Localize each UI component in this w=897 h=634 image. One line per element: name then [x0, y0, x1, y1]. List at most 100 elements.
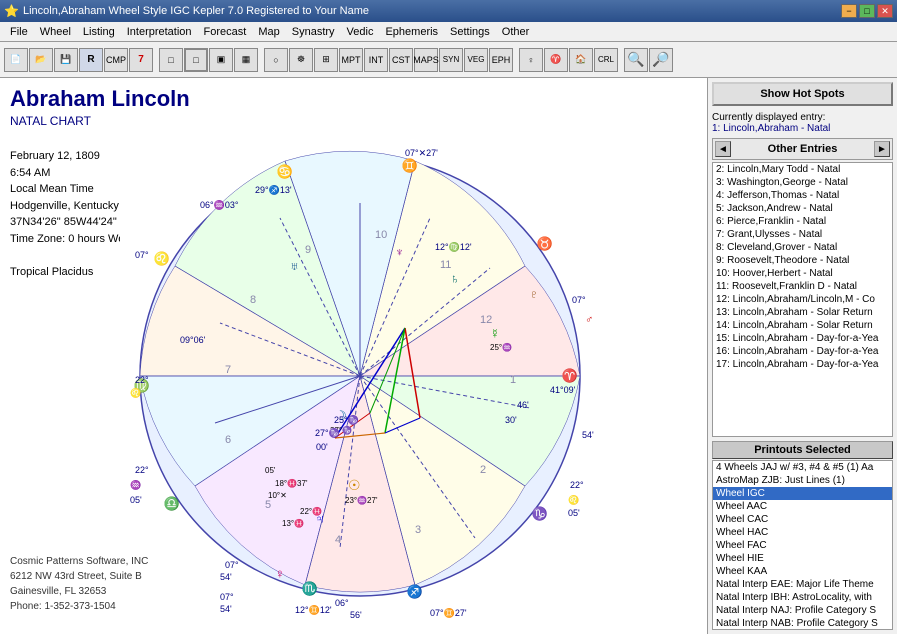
printout-item[interactable]: Natal Interp IBH: AstroLocality, with [713, 591, 892, 604]
menu-file[interactable]: File [4, 24, 34, 40]
tb-veg[interactable]: VEG [464, 48, 488, 72]
printout-item[interactable]: Natal Interp EAE: Major Life Theme [713, 578, 892, 591]
menu-other[interactable]: Other [496, 24, 536, 40]
tb-house[interactable]: 🏠 [569, 48, 593, 72]
tb-square3[interactable]: ▣ [209, 48, 233, 72]
svg-text:♋: ♋ [277, 164, 293, 179]
svg-text:30': 30' [505, 415, 517, 425]
tb-print[interactable]: R [79, 48, 103, 72]
printout-item[interactable]: Wheel HAC [713, 526, 892, 539]
entry-item[interactable]: 10: Hoover,Herbert - Natal [713, 267, 892, 280]
menu-settings[interactable]: Settings [444, 24, 496, 40]
svg-text:11: 11 [440, 259, 451, 271]
app-icon: ⭐ [4, 4, 19, 18]
tb-zoom-in[interactable]: 🔍 [624, 48, 648, 72]
tb-maps[interactable]: MAPS [414, 48, 438, 72]
tb-solar[interactable]: SYN [439, 48, 463, 72]
svg-text:2: 2 [480, 464, 486, 476]
tb-star[interactable]: ☸ [289, 48, 313, 72]
svg-text:05': 05' [568, 508, 580, 518]
tb-aspect[interactable]: MPT [339, 48, 363, 72]
tb-eph[interactable]: EPH [489, 48, 513, 72]
entry-item[interactable]: 5: Jackson,Andrew - Natal [713, 202, 892, 215]
maximize-button[interactable]: □ [859, 4, 875, 18]
svg-text:12°♍12': 12°♍12' [435, 241, 472, 252]
svg-text:25°♑: 25°♑ [334, 414, 359, 425]
tb-asc[interactable]: CRL [594, 48, 618, 72]
tb-new[interactable]: 📄 [4, 48, 28, 72]
printout-item[interactable]: Wheel IGC [713, 487, 892, 500]
svg-text:07°: 07° [572, 295, 586, 305]
entry-item[interactable]: 14: Lincoln,Abraham - Solar Return [713, 319, 892, 332]
svg-text:☿: ☿ [490, 326, 500, 341]
tb-int[interactable]: INT [364, 48, 388, 72]
svg-text:27°♑: 27°♑ [315, 427, 340, 438]
tb-open[interactable]: 📂 [29, 48, 53, 72]
entry-item[interactable]: 9: Roosevelt,Theodore - Natal [713, 254, 892, 267]
printout-item[interactable]: Wheel FAC [713, 539, 892, 552]
tb-cast[interactable]: CST [389, 48, 413, 72]
menu-listing[interactable]: Listing [77, 24, 121, 40]
printout-item[interactable]: Wheel HIE [713, 552, 892, 565]
entries-next-button[interactable]: ► [874, 141, 890, 157]
entry-item[interactable]: 3: Washington,George - Natal [713, 176, 892, 189]
menu-forecast[interactable]: Forecast [198, 24, 253, 40]
printout-item[interactable]: 4 Wheels JAJ w/ #3, #4 & #5 (1) Aa [713, 461, 892, 474]
entry-item[interactable]: 12: Lincoln,Abraham/Lincoln,M - Co [713, 293, 892, 306]
tb-sign[interactable]: ♈ [544, 48, 568, 72]
entry-item[interactable]: 11: Roosevelt,Franklin D - Natal [713, 280, 892, 293]
svg-text:♈: ♈ [562, 368, 578, 383]
tb-save[interactable]: 💾 [54, 48, 78, 72]
other-entries-header: ◄ Other Entries ► [712, 138, 893, 160]
menu-map[interactable]: Map [252, 24, 285, 40]
entry-item[interactable]: 7: Grant,Ulysses - Natal [713, 228, 892, 241]
menu-ephemeris[interactable]: Ephemeris [379, 24, 444, 40]
tb-square2[interactable]: □ [184, 48, 208, 72]
svg-text:06°♒03°: 06°♒03° [200, 199, 239, 210]
printout-item[interactable]: Natal Interp NAJ: Profile Category S [713, 604, 892, 617]
show-hotspots-button[interactable]: Show Hot Spots [712, 82, 893, 106]
footer-phone: Phone: 1-352-373-1504 [10, 599, 148, 614]
svg-text:6: 6 [225, 434, 231, 446]
menu-vedic[interactable]: Vedic [341, 24, 380, 40]
menu-wheel[interactable]: Wheel [34, 24, 77, 40]
tb-square4[interactable]: ▦ [234, 48, 258, 72]
chart-footer: Cosmic Patterns Software, INC 6212 NW 43… [10, 554, 148, 614]
entries-prev-button[interactable]: ◄ [715, 141, 731, 157]
menu-synastry[interactable]: Synastry [286, 24, 341, 40]
chart-name: Abraham Lincoln [10, 86, 190, 112]
toolbar: 📄 📂 💾 R CMP 7 □ □ ▣ ▦ ○ ☸ ⊞ MPT INT CST … [0, 42, 897, 78]
entry-item[interactable]: 13: Lincoln,Abraham - Solar Return [713, 306, 892, 319]
entry-item[interactable]: 4: Jefferson,Thomas - Natal [713, 189, 892, 202]
menu-interpretation[interactable]: Interpretation [121, 24, 198, 40]
minimize-button[interactable]: − [841, 4, 857, 18]
printout-item[interactable]: Natal Interp NAB: Profile Category S [713, 617, 892, 630]
tb-box[interactable]: ⊞ [314, 48, 338, 72]
entry-item[interactable]: 15: Lincoln,Abraham - Day-for-a-Yea [713, 332, 892, 345]
entry-item[interactable]: 8: Cleveland,Grover - Natal [713, 241, 892, 254]
info-city: Hodgenville, Kentucky [10, 198, 133, 215]
entry-item[interactable]: 17: Lincoln,Abraham - Day-for-a-Yea [713, 358, 892, 371]
entry-item[interactable]: 16: Lincoln,Abraham - Day-for-a-Yea [713, 345, 892, 358]
tb-7[interactable]: 7 [129, 48, 153, 72]
entry-item[interactable]: 2: Lincoln,Mary Todd - Natal [713, 163, 892, 176]
printout-item[interactable]: Wheel CAC [713, 513, 892, 526]
tb-planet[interactable]: ♀ [519, 48, 543, 72]
entry-item[interactable]: 6: Pierce,Franklin - Natal [713, 215, 892, 228]
printout-item[interactable]: AstroMap ZJB: Just Lines (1) [713, 474, 892, 487]
svg-text:♄: ♄ [450, 271, 460, 286]
entries-list[interactable]: 2: Lincoln,Mary Todd - Natal3: Washingto… [712, 162, 893, 437]
footer-address1: 6212 NW 43rd Street, Suite B [10, 569, 148, 584]
tb-comp[interactable]: CMP [104, 48, 128, 72]
close-button[interactable]: ✕ [877, 4, 893, 18]
tb-circle[interactable]: ○ [264, 48, 288, 72]
printout-item[interactable]: Wheel KAA [713, 565, 892, 578]
printout-item[interactable]: Wheel AAC [713, 500, 892, 513]
printouts-list[interactable]: 4 Wheels JAJ w/ #3, #4 & #5 (1) AaAstroM… [712, 460, 893, 630]
tb-zoom-out[interactable]: 🔎 [649, 48, 673, 72]
right-sidebar: Show Hot Spots Currently displayed entry… [707, 78, 897, 634]
svg-text:4: 4 [335, 534, 341, 546]
tb-square1[interactable]: □ [159, 48, 183, 72]
svg-text:06°: 06° [335, 598, 349, 608]
svg-text:8: 8 [250, 294, 256, 306]
